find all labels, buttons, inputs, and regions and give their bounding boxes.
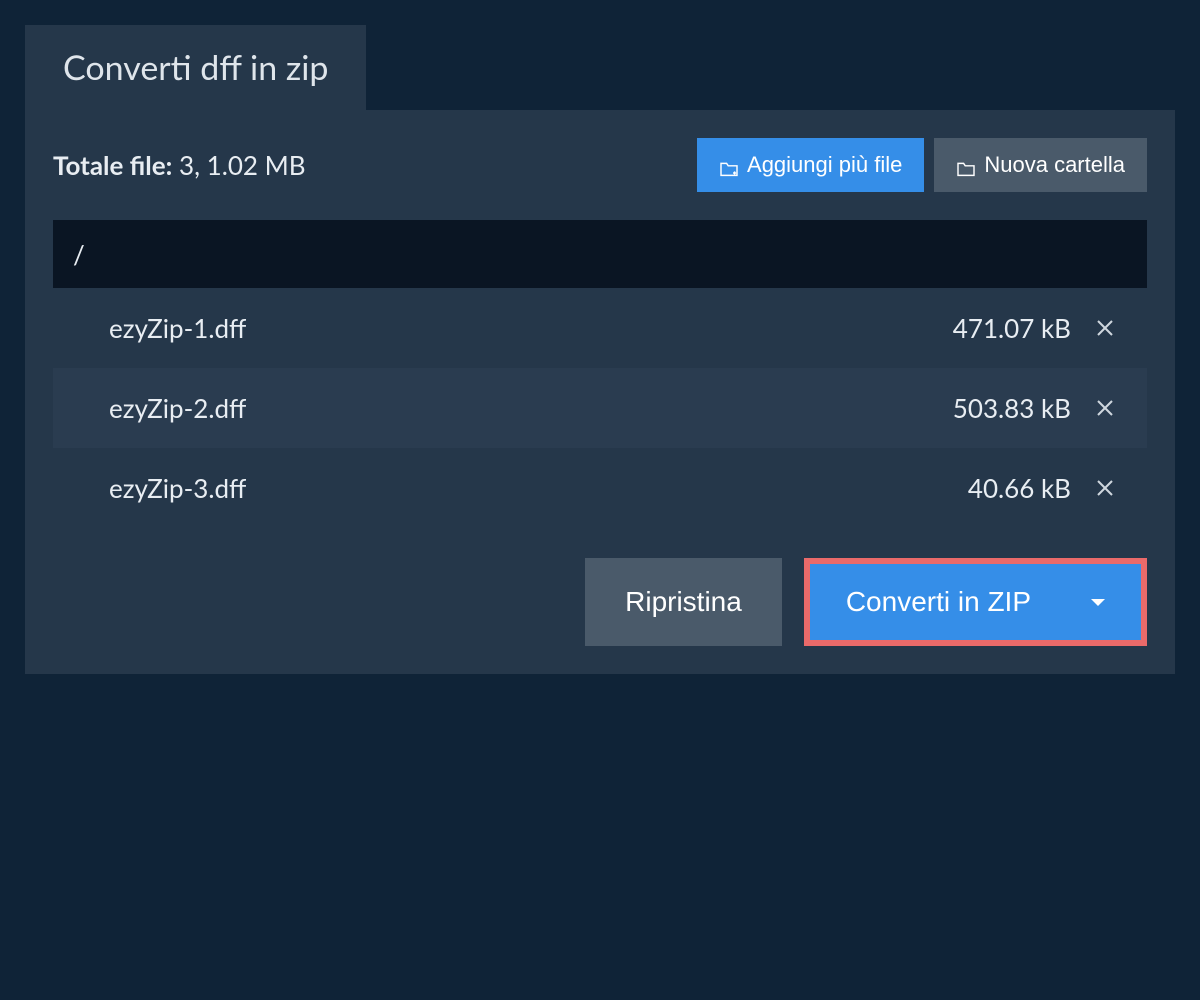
folder-icon — [956, 157, 976, 173]
file-list: / ezyZip-1.dff 471.07 kB ezyZip-2.dff 50… — [53, 220, 1147, 528]
add-files-button[interactable]: Aggiungi più file — [697, 138, 924, 192]
file-row: ezyZip-1.dff 471.07 kB — [53, 288, 1147, 368]
file-total-summary: Totale file: 3, 1.02 MB — [53, 149, 306, 181]
caret-down-icon — [1091, 599, 1105, 606]
file-name: ezyZip-1.dff — [83, 312, 953, 344]
remove-file-icon[interactable] — [1093, 316, 1117, 340]
file-row: ezyZip-2.dff 503.83 kB — [53, 368, 1147, 448]
file-row: ezyZip-3.dff 40.66 kB — [53, 448, 1147, 528]
path-breadcrumb[interactable]: / — [53, 220, 1147, 288]
file-name: ezyZip-3.dff — [83, 472, 968, 504]
remove-file-icon[interactable] — [1093, 476, 1117, 500]
new-folder-button[interactable]: Nuova cartella — [934, 138, 1147, 192]
reset-button[interactable]: Ripristina — [585, 558, 782, 646]
file-name: ezyZip-2.dff — [83, 392, 953, 424]
file-size: 471.07 kB — [953, 312, 1071, 344]
remove-file-icon[interactable] — [1093, 396, 1117, 420]
file-total-value: 3, 1.02 MB — [179, 149, 306, 181]
folder-plus-icon — [719, 157, 739, 173]
file-size: 503.83 kB — [953, 392, 1071, 424]
file-size: 40.66 kB — [968, 472, 1071, 504]
main-panel: Totale file: 3, 1.02 MB Aggiungi più fil… — [25, 110, 1175, 674]
convert-button-highlight: Converti in ZIP — [804, 558, 1147, 646]
new-folder-label: Nuova cartella — [984, 152, 1125, 178]
file-total-label: Totale file: — [53, 149, 172, 181]
convert-button-label: Converti in ZIP — [846, 586, 1031, 618]
convert-button[interactable]: Converti in ZIP — [810, 564, 1141, 640]
add-files-label: Aggiungi più file — [747, 152, 902, 178]
tab-title[interactable]: Converti dff in zip — [25, 25, 366, 110]
